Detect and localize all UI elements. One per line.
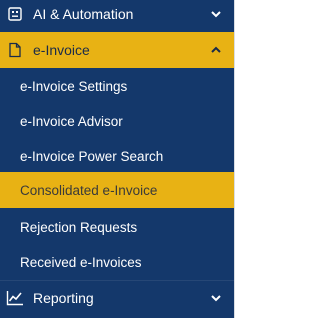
sidebar-section-label: Reporting: [33, 290, 94, 306]
sidebar-section-label: e-Invoice: [33, 42, 90, 58]
document-icon: [6, 41, 24, 59]
sidebar-item-e-invoice-settings[interactable]: e-Invoice Settings: [0, 68, 234, 104]
robot-icon: [6, 5, 24, 23]
chevron-up-icon: [210, 44, 222, 56]
sidebar-item-consolidated-e-invoice[interactable]: Consolidated e-Invoice: [0, 172, 234, 208]
chevron-down-icon: [210, 292, 222, 304]
sidebar-section-reporting[interactable]: Reporting: [0, 280, 234, 316]
sidebar-item-label: Received e-Invoices: [20, 254, 142, 270]
sidebar-item-label: e-Invoice Advisor: [20, 113, 123, 129]
sidebar-item-e-invoice-power-search[interactable]: e-Invoice Power Search: [0, 138, 234, 174]
sidebar-item-e-invoice-advisor[interactable]: e-Invoice Advisor: [0, 103, 234, 139]
sidebar-item-received-e-invoices[interactable]: Received e-Invoices: [0, 244, 234, 280]
sidebar-item-label: Consolidated e-Invoice: [20, 182, 158, 198]
chevron-down-icon: [210, 8, 222, 20]
sidebar-item-label: e-Invoice Power Search: [20, 148, 164, 164]
sidebar-section-ai-automation[interactable]: AI & Automation: [0, 0, 234, 32]
sidebar-section-label: AI & Automation: [33, 6, 134, 22]
sidebar-item-label: e-Invoice Settings: [20, 78, 128, 94]
sidebar-section-e-invoice[interactable]: e-Invoice: [0, 32, 234, 68]
sidebar-item-rejection-requests[interactable]: Rejection Requests: [0, 209, 234, 245]
sidebar: AI & Automation e-Invoice e-Invoice Sett…: [0, 0, 234, 318]
sidebar-item-label: Rejection Requests: [20, 219, 138, 235]
chart-line-icon: [6, 289, 24, 307]
content-area-edge: [234, 0, 253, 318]
